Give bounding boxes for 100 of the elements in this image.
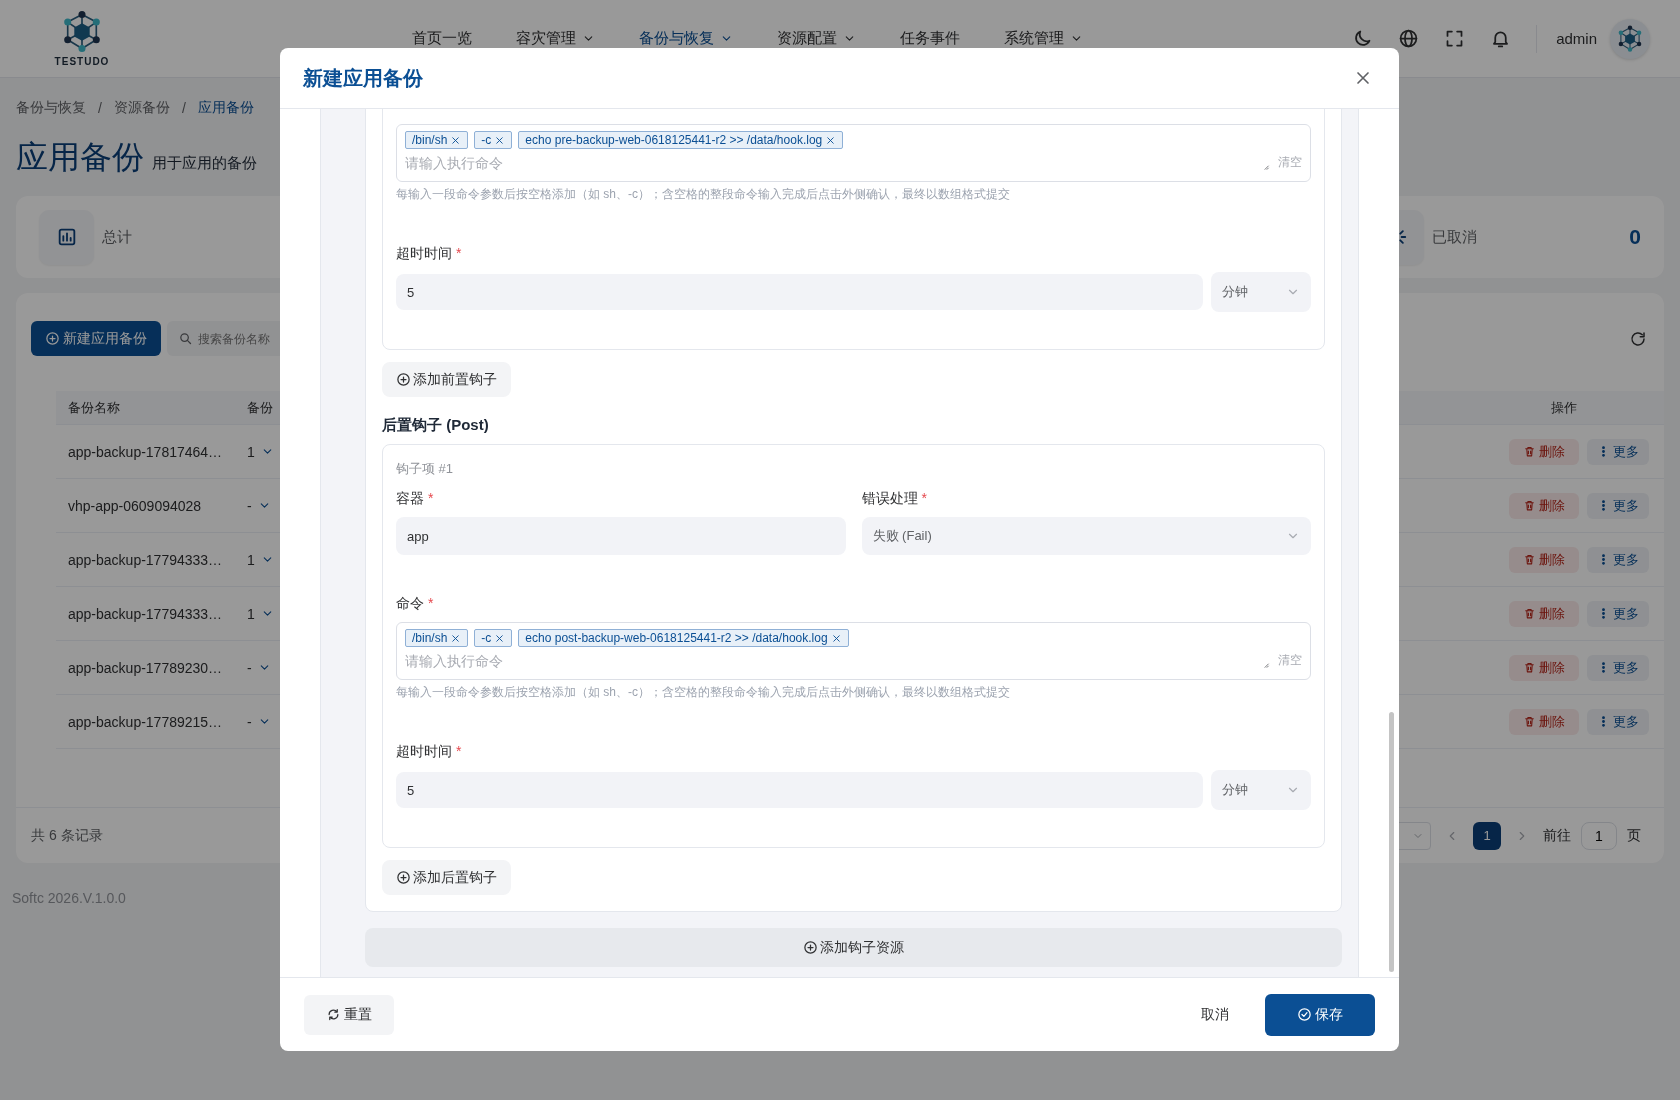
page-input[interactable]: 1	[1581, 821, 1617, 850]
required-mark: *	[428, 595, 434, 613]
plus-circle-icon	[803, 940, 818, 955]
dialog-title: 新建应用备份	[303, 65, 423, 91]
help-text: 每输入一段命令参数后按空格添加（如 sh、-c）；含空格的整段命令输入完成后点击外侧确认，最终以数组格式提交	[396, 684, 1011, 701]
table-cell-text: app-backup-17794333…	[67, 605, 224, 622]
goto-label: 前往	[1543, 826, 1571, 845]
breadcrumb-link[interactable]: 备份与恢复	[16, 99, 86, 117]
delete-button[interactable]: 删除	[1509, 600, 1579, 627]
record-count: 共 6 条记录	[31, 826, 103, 845]
search-icon	[178, 331, 193, 346]
page-subtitle: 用于应用的备份	[152, 154, 257, 173]
column-header: 操作	[1550, 398, 1578, 417]
more-button[interactable]: 更多	[1587, 492, 1649, 519]
command-tag[interactable]: echo pre-backup-web-0618125441-r2 >> /data/hook.log	[518, 131, 844, 149]
close-icon[interactable]	[825, 134, 837, 146]
table-cell: -	[247, 497, 252, 514]
cancel-button[interactable]: 取消	[1181, 1005, 1249, 1024]
delete-button[interactable]: 删除	[1509, 438, 1579, 465]
close-icon[interactable]	[830, 632, 842, 644]
command-field[interactable]: /bin/sh -c echo pre-backup-web-0618125441-r2 >> /data/hook.log 请输入执行命令 清空	[396, 124, 1311, 182]
close-icon[interactable]	[450, 134, 462, 146]
hook-item-label: 钩子项 #1	[396, 460, 455, 478]
timeout-input[interactable]: 5	[396, 772, 1203, 808]
trash-icon	[1523, 445, 1536, 458]
breadcrumb-link[interactable]: 资源备份	[113, 99, 170, 117]
table-cell-text: app-backup-17794333…	[67, 551, 224, 568]
command-tag[interactable]: -c	[474, 131, 513, 149]
table-cell: 1	[247, 605, 255, 622]
more-button[interactable]: 更多	[1587, 438, 1649, 465]
field-label: 超时时间	[396, 245, 452, 263]
breadcrumb-separator: /	[98, 100, 102, 116]
plus-circle-icon	[45, 331, 60, 346]
page-suffix: 页	[1627, 826, 1641, 845]
help-text: 每输入一段命令参数后按空格添加（如 sh、-c）；含空格的整段命令输入完成后点击外侧确认，最终以数组格式提交	[396, 186, 1011, 203]
unit-select[interactable]: 分钟	[1211, 770, 1311, 810]
required-mark: *	[456, 245, 462, 263]
container-input[interactable]: app	[396, 517, 846, 555]
refresh-icon	[326, 1007, 341, 1022]
nav-item[interactable]: 首页一览	[390, 18, 494, 59]
more-button[interactable]: 更多	[1587, 654, 1649, 681]
table-cell-text: app-backup-17789230…	[67, 659, 224, 676]
field-label: 命令	[396, 595, 424, 613]
page-button[interactable]: 1	[1473, 821, 1501, 850]
stat-value: 0	[1629, 225, 1641, 249]
trash-icon	[1523, 661, 1536, 674]
close-icon[interactable]	[450, 632, 462, 644]
nav-item[interactable]: 备份与恢复	[617, 18, 755, 59]
save-button[interactable]: 保存	[1265, 993, 1375, 1036]
nav-item[interactable]: 系统管理	[982, 18, 1105, 59]
nav-item[interactable]: 任务事件	[878, 18, 982, 59]
table-cell: 1	[247, 551, 255, 568]
command-tag[interactable]: /bin/sh	[405, 131, 469, 149]
plus-circle-icon	[396, 372, 411, 387]
unit-select[interactable]: 分钟	[1211, 272, 1311, 312]
logo-text: TESTUDO	[54, 56, 110, 67]
more-button[interactable]: 更多	[1587, 708, 1649, 735]
field-label: 错误处理	[861, 490, 918, 508]
close-icon[interactable]	[494, 134, 506, 146]
version-text: Softc 2026.V.1.0.0	[12, 890, 127, 906]
required-mark: *	[428, 490, 434, 508]
globe-icon[interactable]	[1398, 28, 1420, 49]
nav-item[interactable]: 容灾管理	[494, 18, 617, 59]
delete-button[interactable]: 删除	[1509, 654, 1579, 681]
stat-label: 已取消	[1432, 227, 1477, 247]
avatar[interactable]	[1610, 18, 1650, 59]
trash-icon	[1523, 499, 1536, 512]
command-tag[interactable]: /bin/sh	[405, 629, 469, 647]
delete-button[interactable]: 删除	[1509, 708, 1579, 735]
breadcrumb-link[interactable]: 应用备份	[197, 99, 254, 117]
timeout-input[interactable]: 5	[396, 274, 1203, 310]
reset-button[interactable]: 重置	[304, 994, 394, 1035]
command-tag[interactable]: -c	[474, 629, 513, 647]
delete-button[interactable]: 删除	[1509, 546, 1579, 573]
command-field[interactable]: /bin/sh -c echo post-backup-web-0618125441-r2 >> /data/hook.log 请输入执行命令 清空	[396, 622, 1311, 680]
trash-icon	[1523, 553, 1536, 566]
column-header: 备份	[246, 398, 274, 417]
breadcrumb-separator: /	[181, 100, 186, 116]
more-button[interactable]: 更多	[1587, 600, 1649, 627]
add-post-hook-button[interactable]: 添加后置钩子	[382, 860, 511, 895]
stat-label: 总计	[102, 227, 132, 247]
nav-item[interactable]: 资源配置	[755, 18, 878, 59]
close-icon[interactable]	[494, 632, 506, 644]
more-button[interactable]: 更多	[1587, 546, 1649, 573]
refresh-icon[interactable]	[1629, 329, 1647, 348]
trash-icon	[1523, 607, 1536, 620]
field-label: 超时时间	[396, 743, 452, 761]
delete-button[interactable]: 删除	[1509, 492, 1579, 519]
plus-circle-icon	[396, 870, 411, 885]
add-resource-button[interactable]: 添加钩子资源	[365, 928, 1342, 967]
table-cell: 1	[247, 443, 255, 460]
field-label: 容器	[396, 490, 424, 508]
check-circle-icon	[1297, 1007, 1312, 1022]
user-name[interactable]: admin	[1556, 30, 1597, 47]
create-button[interactable]: 新建应用备份	[31, 321, 161, 356]
add-pre-hook-button[interactable]: 添加前置钩子	[382, 362, 511, 397]
error-handling-select[interactable]: 失败 (Fail)	[861, 517, 1311, 555]
scrollbar[interactable]	[1389, 712, 1394, 972]
command-tag[interactable]: echo post-backup-web-0618125441-r2 >> /data/hook.log	[518, 629, 849, 647]
table-cell: -	[247, 659, 252, 676]
